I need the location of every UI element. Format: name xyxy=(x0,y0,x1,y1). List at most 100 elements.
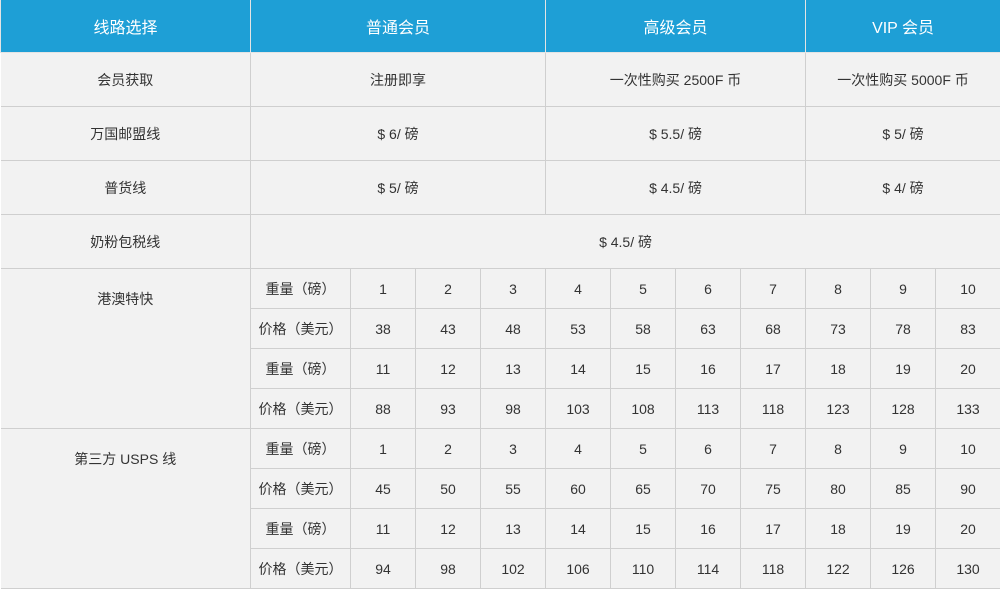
milk-price: $ 4.5/ 磅 xyxy=(249,214,1000,269)
hk-cell: 78 xyxy=(870,308,937,349)
usps-row-label: 重量（磅） xyxy=(250,428,351,469)
hk-row-label: 价格（美元） xyxy=(250,308,351,349)
hk-cell: 1 xyxy=(350,268,416,309)
usps-cell: 15 xyxy=(610,508,677,549)
hk-cell: 19 xyxy=(870,348,937,389)
header-regular-member: 普通会员 xyxy=(249,0,547,53)
general-regular-price: $ 5/ 磅 xyxy=(249,160,547,215)
hk-cell: 14 xyxy=(545,348,612,389)
hk-cell: 17 xyxy=(740,348,807,389)
usps-cell: 12 xyxy=(415,508,481,549)
usps-cell: 14 xyxy=(545,508,612,549)
hk-cell: 68 xyxy=(740,308,807,349)
usps-cell: 50 xyxy=(415,468,481,509)
hk-cell: 11 xyxy=(350,348,416,389)
hk-cell: 108 xyxy=(610,388,677,429)
general-row: 普货线 $ 5/ 磅 $ 4.5/ 磅 $ 4/ 磅 xyxy=(0,160,1000,215)
usps-cell: 102 xyxy=(479,548,547,589)
milk-label: 奶粉包税线 xyxy=(0,214,251,269)
membership-row: 会员获取 注册即享 一次性购买 2500F 币 一次性购买 5000F 币 xyxy=(0,52,1000,107)
usps-cell: 8 xyxy=(805,428,872,469)
membership-senior: 一次性购买 2500F 币 xyxy=(545,52,807,107)
hk-cell: 3 xyxy=(479,268,547,309)
usps-cell: 94 xyxy=(350,548,416,589)
usps-cell: 130 xyxy=(935,548,1000,589)
hk-cell: 6 xyxy=(675,268,742,309)
hk-cell: 5 xyxy=(610,268,677,309)
usps-cell: 18 xyxy=(805,508,872,549)
usps-row-label: 价格（美元） xyxy=(250,548,351,589)
usps-cell: 9 xyxy=(870,428,937,469)
usps-cell: 2 xyxy=(415,428,481,469)
hk-cell: 13 xyxy=(479,348,547,389)
hk-row-label: 重量（磅） xyxy=(250,268,351,309)
hk-row-label: 价格（美元） xyxy=(250,388,351,429)
header-row: 线路选择 普通会员 高级会员 VIP 会员 xyxy=(0,0,1000,53)
hk-cell: 15 xyxy=(610,348,677,389)
usps-cell: 118 xyxy=(740,548,807,589)
usps-cell: 6 xyxy=(675,428,742,469)
hk-cell: 63 xyxy=(675,308,742,349)
milk-row: 奶粉包税线 $ 4.5/ 磅 xyxy=(0,214,1000,269)
usps-cell: 4 xyxy=(545,428,612,469)
usps-label: 第三方 USPS 线 xyxy=(0,428,251,589)
hk-cell: 133 xyxy=(935,388,1000,429)
hk-cell: 123 xyxy=(805,388,872,429)
hk-cell: 18 xyxy=(805,348,872,389)
hk-cell: 98 xyxy=(479,388,547,429)
membership-vip: 一次性购买 5000F 币 xyxy=(805,52,1000,107)
pricing-table: 线路选择 普通会员 高级会员 VIP 会员 会员获取 注册即享 一次性购买 25… xyxy=(0,0,1000,589)
hk-cell: 103 xyxy=(545,388,612,429)
hk-cell: 9 xyxy=(870,268,937,309)
hk-cell: 38 xyxy=(350,308,416,349)
usps-cell: 75 xyxy=(740,468,807,509)
usps-cell: 70 xyxy=(675,468,742,509)
hk-cell: 16 xyxy=(675,348,742,389)
general-vip-price: $ 4/ 磅 xyxy=(805,160,1000,215)
hk-cell: 93 xyxy=(415,388,481,429)
usps-cell: 65 xyxy=(610,468,677,509)
usps-cell: 45 xyxy=(350,468,416,509)
usps-row: 第三方 USPS 线 重量（磅） 1 2 3 4 5 6 7 8 9 10 xyxy=(0,428,1000,589)
hk-cell: 43 xyxy=(415,308,481,349)
hk-cell: 2 xyxy=(415,268,481,309)
hk-row: 港澳特快 重量（磅） 1 2 3 4 5 6 7 8 9 10 xyxy=(0,268,1000,429)
hk-label: 港澳特快 xyxy=(0,268,251,429)
usps-cell: 19 xyxy=(870,508,937,549)
usps-cell: 13 xyxy=(479,508,547,549)
usps-cell: 80 xyxy=(805,468,872,509)
usps-cell: 98 xyxy=(415,548,481,589)
hk-cell: 83 xyxy=(935,308,1000,349)
usps-row-label: 价格（美元） xyxy=(250,468,351,509)
usps-cell: 126 xyxy=(870,548,937,589)
usps-cell: 3 xyxy=(479,428,547,469)
usps-cell: 122 xyxy=(805,548,872,589)
usps-cell: 114 xyxy=(675,548,742,589)
wanguo-regular-price: $ 6/ 磅 xyxy=(249,106,547,161)
usps-cell: 17 xyxy=(740,508,807,549)
usps-cell: 90 xyxy=(935,468,1000,509)
wanguo-senior-price: $ 5.5/ 磅 xyxy=(545,106,807,161)
header-senior-member: 高级会员 xyxy=(545,0,807,53)
usps-cell: 85 xyxy=(870,468,937,509)
hk-cell: 48 xyxy=(479,308,547,349)
membership-label: 会员获取 xyxy=(0,52,251,107)
usps-cell: 1 xyxy=(350,428,416,469)
usps-cell: 11 xyxy=(350,508,416,549)
hk-cell: 10 xyxy=(935,268,1000,309)
hk-cell: 58 xyxy=(610,308,677,349)
usps-cell: 110 xyxy=(610,548,677,589)
hk-cell: 118 xyxy=(740,388,807,429)
hk-cell: 8 xyxy=(805,268,872,309)
hk-cell: 20 xyxy=(935,348,1000,389)
hk-cell: 4 xyxy=(545,268,612,309)
general-senior-price: $ 4.5/ 磅 xyxy=(545,160,807,215)
usps-cell: 60 xyxy=(545,468,612,509)
usps-cell: 10 xyxy=(935,428,1000,469)
hk-cell: 7 xyxy=(740,268,807,309)
usps-cell: 106 xyxy=(545,548,612,589)
usps-row-label: 重量（磅） xyxy=(250,508,351,549)
membership-regular: 注册即享 xyxy=(249,52,547,107)
wanguo-row: 万国邮盟线 $ 6/ 磅 $ 5.5/ 磅 $ 5/ 磅 xyxy=(0,106,1000,161)
wanguo-label: 万国邮盟线 xyxy=(0,106,251,161)
